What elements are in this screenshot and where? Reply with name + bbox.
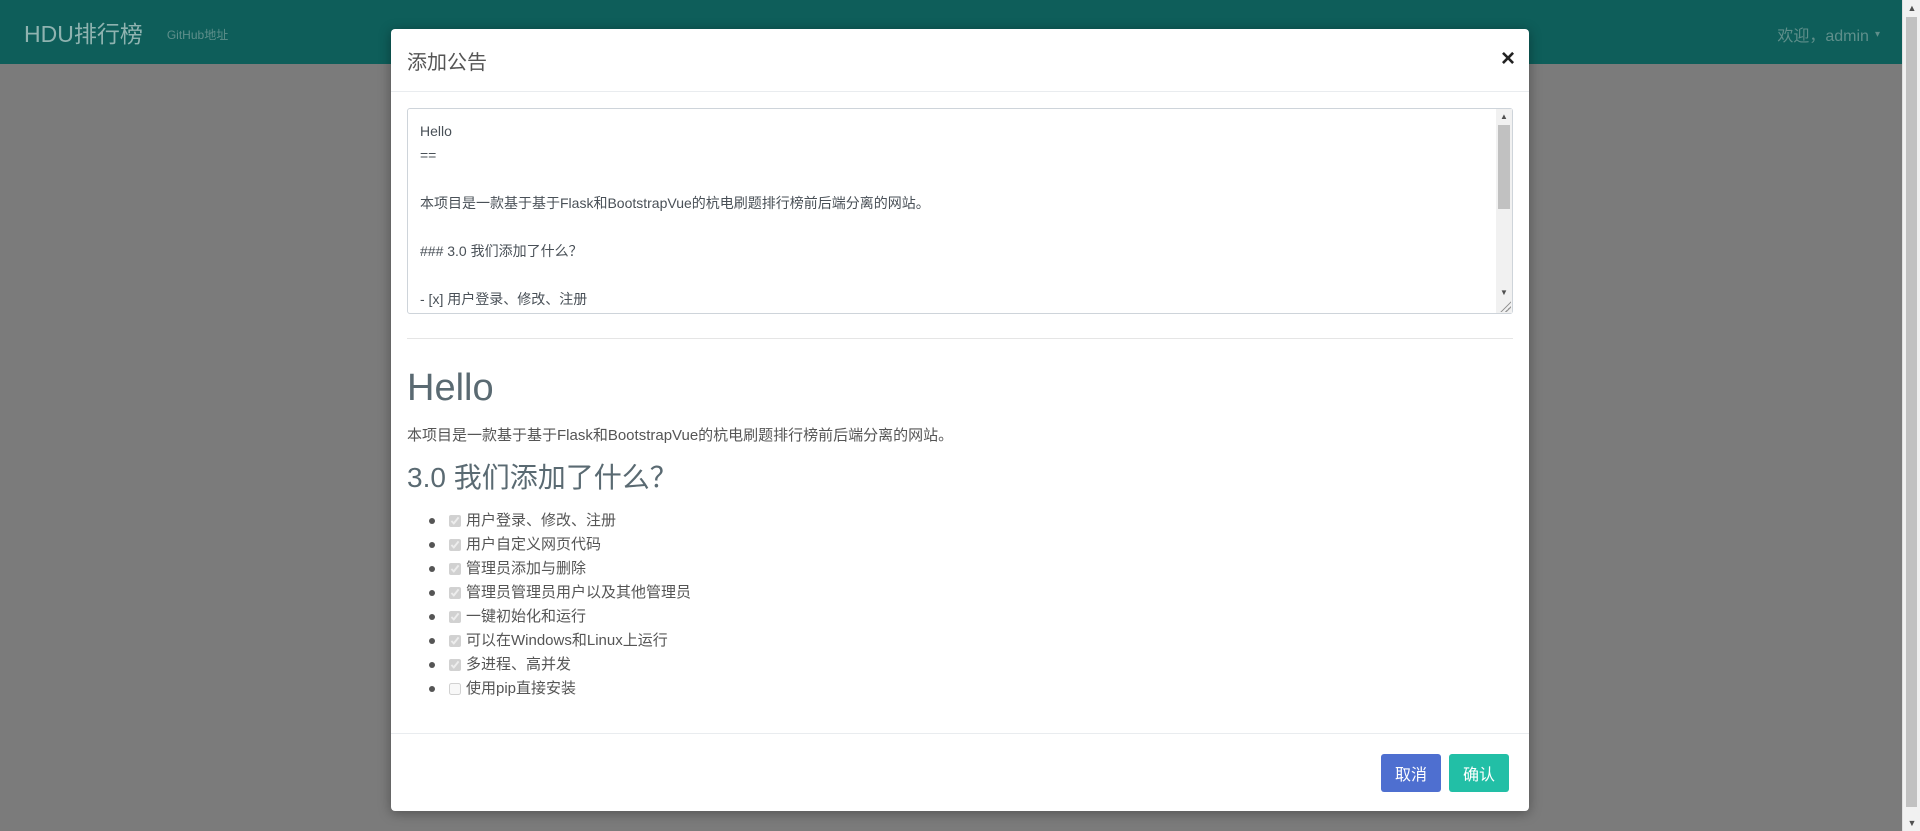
modal-title: 添加公告 bbox=[407, 51, 487, 74]
bullet-icon bbox=[429, 518, 435, 524]
task-list-item: 用户登录、修改、注册 bbox=[429, 509, 1513, 533]
bullet-icon bbox=[429, 566, 435, 572]
github-link[interactable]: GitHub地址 bbox=[167, 26, 228, 43]
task-list-item: 一键初始化和运行 bbox=[429, 605, 1513, 629]
page-scrollbar[interactable]: ▲ ▼ bbox=[1902, 0, 1920, 831]
cancel-button[interactable]: 取消 bbox=[1380, 753, 1441, 792]
chevron-down-icon: ▾ bbox=[1874, 28, 1880, 40]
task-list-item: 管理员管理员用户以及其他管理员 bbox=[429, 581, 1513, 605]
modal-body: ▲ ▼ Hello 本项目是一款基于基于Flask和BootstrapVue的杭… bbox=[391, 92, 1529, 701]
modal-footer: 取消 确认 bbox=[391, 733, 1529, 811]
scroll-down-arrow-icon[interactable]: ▼ bbox=[1496, 285, 1512, 299]
user-greeting: 欢迎，admin bbox=[1777, 28, 1869, 45]
markdown-preview: Hello 本项目是一款基于基于Flask和BootstrapVue的杭电刷题排… bbox=[407, 339, 1513, 701]
bullet-icon bbox=[429, 590, 435, 596]
markdown-editor-wrapper: ▲ ▼ bbox=[407, 108, 1513, 314]
task-list-item: 用户自定义网页代码 bbox=[429, 533, 1513, 557]
task-checkbox[interactable] bbox=[449, 659, 461, 671]
task-label: 使用pip直接安装 bbox=[466, 680, 577, 697]
task-list-item: 管理员添加与删除 bbox=[429, 557, 1513, 581]
markdown-editor[interactable] bbox=[408, 109, 1496, 313]
resize-handle-icon[interactable] bbox=[1499, 300, 1511, 312]
close-icon[interactable]: × bbox=[1501, 45, 1515, 73]
task-label: 用户自定义网页代码 bbox=[466, 536, 602, 553]
scroll-up-arrow-icon[interactable]: ▲ bbox=[1496, 109, 1512, 123]
bullet-icon bbox=[429, 638, 435, 644]
task-checkbox[interactable] bbox=[449, 515, 461, 527]
task-label: 多进程、高并发 bbox=[466, 656, 572, 673]
scrollbar-thumb[interactable] bbox=[1906, 17, 1917, 807]
task-checkbox[interactable] bbox=[449, 611, 461, 623]
task-list-item: 可以在Windows和Linux上运行 bbox=[429, 629, 1513, 653]
preview-subheading: 3.0 我们添加了什么？ bbox=[407, 462, 678, 493]
task-label: 可以在Windows和Linux上运行 bbox=[466, 632, 668, 649]
task-checkbox[interactable] bbox=[449, 563, 461, 575]
task-checkbox[interactable] bbox=[449, 683, 461, 695]
user-menu[interactable]: 欢迎，admin ▾ bbox=[1777, 22, 1880, 46]
task-label: 管理员添加与删除 bbox=[466, 560, 587, 577]
task-list-item: 使用pip直接安装 bbox=[429, 677, 1513, 701]
task-checkbox[interactable] bbox=[449, 635, 461, 647]
task-list: 用户登录、修改、注册 用户自定义网页代码 管理员添加与删除管理员管理员用户以及其他管… bbox=[407, 509, 1513, 701]
editor-scrollbar[interactable]: ▲ ▼ bbox=[1496, 109, 1512, 313]
task-label: 一键初始化和运行 bbox=[466, 608, 587, 625]
bullet-icon bbox=[429, 614, 435, 620]
add-announcement-modal: 添加公告 × ▲ ▼ Hello 本项目是一款基于基于Flask和Bootstr… bbox=[391, 29, 1529, 811]
bullet-icon bbox=[429, 662, 435, 668]
task-checkbox[interactable] bbox=[449, 587, 461, 599]
scroll-down-arrow-icon[interactable]: ▼ bbox=[1903, 815, 1920, 831]
task-label: 管理员管理员用户以及其他管理员 bbox=[466, 584, 692, 601]
preview-paragraph: 本项目是一款基于基于Flask和BootstrapVue的杭电刷题排行榜前后端分… bbox=[407, 427, 954, 444]
bullet-icon bbox=[429, 686, 435, 692]
confirm-button[interactable]: 确认 bbox=[1448, 753, 1509, 792]
task-checkbox[interactable] bbox=[449, 539, 461, 551]
editor-scrollbar-thumb[interactable] bbox=[1498, 125, 1510, 209]
brand-logo[interactable]: HDU排行榜 bbox=[24, 15, 143, 49]
task-label: 用户登录、修改、注册 bbox=[466, 512, 617, 529]
task-list-item: 多进程、高并发 bbox=[429, 653, 1513, 677]
scroll-up-arrow-icon[interactable]: ▲ bbox=[1903, 0, 1920, 16]
preview-heading: Hello bbox=[407, 367, 494, 409]
bullet-icon bbox=[429, 542, 435, 548]
modal-header: 添加公告 × bbox=[391, 29, 1529, 92]
